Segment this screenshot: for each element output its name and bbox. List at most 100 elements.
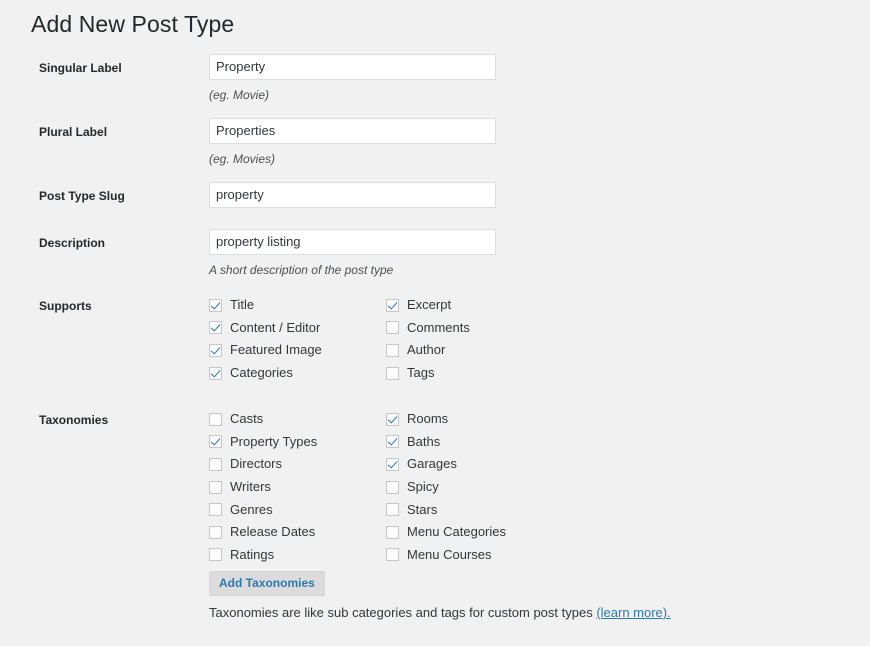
checkbox-item-content-editor[interactable]: Content / Editor [209, 317, 322, 340]
checkbox-unchecked-icon[interactable] [386, 366, 399, 380]
checkbox-label: Casts [230, 411, 264, 427]
checkbox-label: Release Dates [230, 524, 316, 540]
checkbox-label: Tags [407, 365, 435, 381]
checkbox-unchecked-icon[interactable] [386, 525, 399, 539]
post-type-form: Singular Label (eg. Movie) Plural Label … [0, 48, 870, 620]
checkbox-label: Directors [230, 456, 283, 472]
checkbox-item-spicy[interactable]: Spicy [386, 476, 506, 499]
checkbox-checked-icon[interactable] [386, 412, 399, 426]
singular-label-caption: Singular Label [39, 61, 122, 75]
field-row-supports: Supports Title Content / Editor Featured I… [0, 290, 870, 404]
field-row-post-type-slug: Post Type Slug [0, 176, 870, 222]
checkbox-label: Baths [407, 433, 441, 449]
learn-more-link[interactable]: (learn more). [596, 605, 670, 620]
checkbox-unchecked-icon[interactable] [209, 525, 222, 539]
checkbox-unchecked-icon[interactable] [386, 548, 399, 562]
supports-checkbox-grid: Title Content / Editor Featured Image Categ… [209, 294, 639, 389]
singular-label-input[interactable] [209, 54, 496, 80]
checkbox-item-comments[interactable]: Comments [386, 317, 470, 340]
checkbox-unchecked-icon[interactable] [386, 321, 399, 335]
checkbox-label: Genres [230, 501, 273, 517]
checkbox-label: Stars [407, 501, 438, 517]
checkbox-unchecked-icon[interactable] [386, 503, 399, 517]
checkbox-item-property-types[interactable]: Property Types [209, 431, 317, 454]
checkbox-checked-icon[interactable] [209, 298, 222, 312]
checkbox-label: Property Types [230, 433, 318, 449]
checkbox-item-tags[interactable]: Tags [386, 362, 470, 385]
checkbox-checked-icon[interactable] [209, 435, 222, 449]
checkbox-item-ratings[interactable]: Ratings [209, 544, 317, 567]
checkbox-item-menu-courses[interactable]: Menu Courses [386, 544, 506, 567]
checkbox-checked-icon[interactable] [386, 298, 399, 312]
checkbox-label: Author [407, 342, 446, 358]
description-input[interactable] [209, 229, 496, 255]
checkbox-item-author[interactable]: Author [386, 339, 470, 362]
post-type-slug-field [209, 182, 496, 208]
post-type-slug-caption: Post Type Slug [39, 189, 125, 203]
checkbox-item-menu-categories[interactable]: Menu Categories [386, 521, 506, 544]
checkbox-label: Menu Courses [407, 546, 492, 562]
checkbox-label: Comments [407, 319, 470, 335]
checkbox-item-genres[interactable]: Genres [209, 498, 317, 521]
singular-label-field: (eg. Movie) [209, 54, 496, 103]
singular-label-hint: (eg. Movie) [209, 88, 270, 102]
taxonomies-column-right: Rooms Baths Garages Spicy Stars Menu Categori… [386, 408, 506, 566]
checkbox-checked-icon[interactable] [209, 321, 222, 335]
checkbox-item-garages[interactable]: Garages [386, 453, 506, 476]
checkbox-item-excerpt[interactable]: Excerpt [386, 294, 470, 317]
field-row-description: Description A short description of the p… [0, 222, 870, 290]
add-taxonomies-button[interactable]: Add Taxonomies [209, 571, 325, 596]
plural-label-caption: Plural Label [39, 125, 108, 139]
checkbox-unchecked-icon[interactable] [386, 480, 399, 494]
checkbox-label: Rooms [407, 411, 449, 427]
taxonomies-caption: Taxonomies [39, 413, 109, 427]
field-row-plural-label: Plural Label (eg. Movies) [0, 112, 870, 176]
checkbox-label: Title [230, 297, 255, 313]
page-title: Add New Post Type [31, 11, 235, 37]
checkbox-checked-icon[interactable] [386, 435, 399, 449]
description-hint: A short description of the post type [209, 263, 394, 277]
checkbox-label: Content / Editor [230, 319, 321, 335]
checkbox-label: Featured Image [230, 342, 322, 358]
checkbox-item-casts[interactable]: Casts [209, 408, 317, 431]
checkbox-label: Excerpt [407, 297, 452, 313]
add-new-post-type-page: Add New Post Type Singular Label (eg. Mo… [0, 0, 870, 646]
taxonomies-footnote-text: Taxonomies are like sub categories and t… [209, 605, 597, 620]
checkbox-label: Categories [230, 365, 293, 381]
checkbox-item-stars[interactable]: Stars [386, 498, 506, 521]
checkbox-label: Menu Categories [407, 524, 506, 540]
checkbox-item-featured-image[interactable]: Featured Image [209, 339, 322, 362]
checkbox-unchecked-icon[interactable] [209, 548, 222, 562]
field-row-singular-label: Singular Label (eg. Movie) [0, 48, 870, 112]
description-caption: Description [39, 236, 106, 250]
checkbox-label: Garages [407, 456, 457, 472]
checkbox-checked-icon[interactable] [209, 366, 222, 380]
supports-column-left: Title Content / Editor Featured Image Categ… [209, 294, 322, 384]
checkbox-item-categories[interactable]: Categories [209, 362, 322, 385]
checkbox-unchecked-icon[interactable] [209, 503, 222, 517]
taxonomies-footnote: Taxonomies are like sub categories and t… [209, 604, 671, 621]
checkbox-checked-icon[interactable] [386, 457, 399, 471]
supports-caption: Supports [39, 299, 92, 313]
checkbox-unchecked-icon[interactable] [386, 343, 399, 357]
checkbox-item-title[interactable]: Title [209, 294, 322, 317]
checkbox-item-writers[interactable]: Writers [209, 476, 317, 499]
checkbox-unchecked-icon[interactable] [209, 412, 222, 426]
description-field: A short description of the post type [209, 229, 496, 278]
checkbox-unchecked-icon[interactable] [209, 480, 222, 494]
supports-column-right: Excerpt Comments Author Tags [386, 294, 470, 384]
checkbox-checked-icon[interactable] [209, 343, 222, 357]
plural-label-hint: (eg. Movies) [209, 152, 276, 166]
post-type-slug-input[interactable] [209, 182, 496, 208]
taxonomies-column-left: Casts Property Types Directors Writers Genre… [209, 408, 317, 566]
checkbox-item-directors[interactable]: Directors [209, 453, 317, 476]
plural-label-field: (eg. Movies) [209, 118, 496, 167]
taxonomies-checkbox-grid: Casts Property Types Directors Writers Genre… [209, 408, 639, 568]
checkbox-item-baths[interactable]: Baths [386, 431, 506, 454]
checkbox-unchecked-icon[interactable] [209, 457, 222, 471]
plural-label-input[interactable] [209, 118, 496, 144]
checkbox-item-release-dates[interactable]: Release Dates [209, 521, 317, 544]
checkbox-label: Spicy [407, 479, 439, 495]
checkbox-item-rooms[interactable]: Rooms [386, 408, 506, 431]
field-row-taxonomies: Taxonomies Casts Property Types Directors W… [0, 404, 870, 620]
